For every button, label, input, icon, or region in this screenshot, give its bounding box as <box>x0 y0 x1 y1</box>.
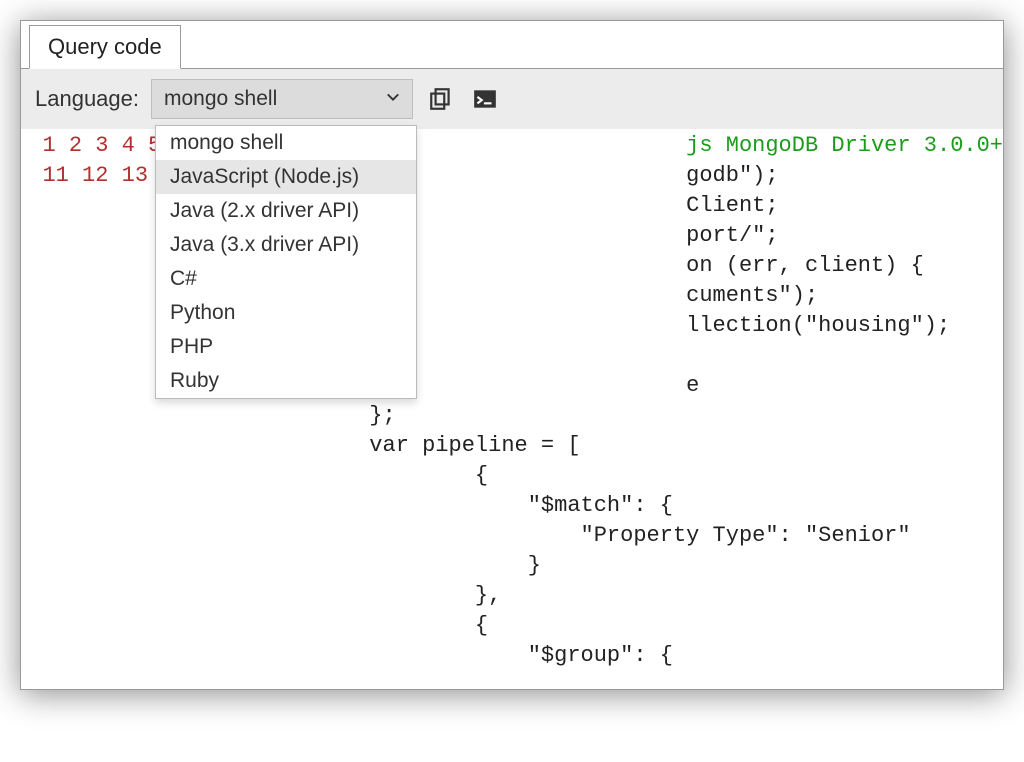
lang-option-mongo-shell[interactable]: mongo shell <box>156 126 416 160</box>
tab-query-code[interactable]: Query code <box>29 25 181 69</box>
language-dropdown: mongo shell JavaScript (Node.js) Java (2… <box>155 125 417 399</box>
lang-option-python[interactable]: Python <box>156 296 416 330</box>
language-select-value: mongo shell <box>164 87 277 111</box>
lang-option-php[interactable]: PHP <box>156 330 416 364</box>
lang-option-java-3x[interactable]: Java (3.x driver API) <box>156 228 416 262</box>
chevron-down-icon <box>386 90 400 109</box>
code-content: // Re js MongoDB Driver 3.0.0+ var m god… <box>316 129 1003 689</box>
lang-option-java-2x[interactable]: Java (2.x driver API) <box>156 194 416 228</box>
lang-option-ruby[interactable]: Ruby <box>156 364 416 398</box>
tab-label: Query code <box>48 34 162 59</box>
tab-bar: Query code <box>21 21 1003 69</box>
language-label: Language: <box>35 86 139 112</box>
toolbar: Language: mongo shell mongo shell JavaSc… <box>21 69 1003 129</box>
copy-icon[interactable] <box>425 83 457 115</box>
lang-option-javascript-nodejs[interactable]: JavaScript (Node.js) <box>156 160 416 194</box>
query-code-panel: Query code Language: mongo shell mongo s… <box>20 20 1004 690</box>
terminal-icon[interactable] <box>469 83 501 115</box>
lang-option-csharp[interactable]: C# <box>156 262 416 296</box>
language-select[interactable]: mongo shell <box>151 79 413 119</box>
